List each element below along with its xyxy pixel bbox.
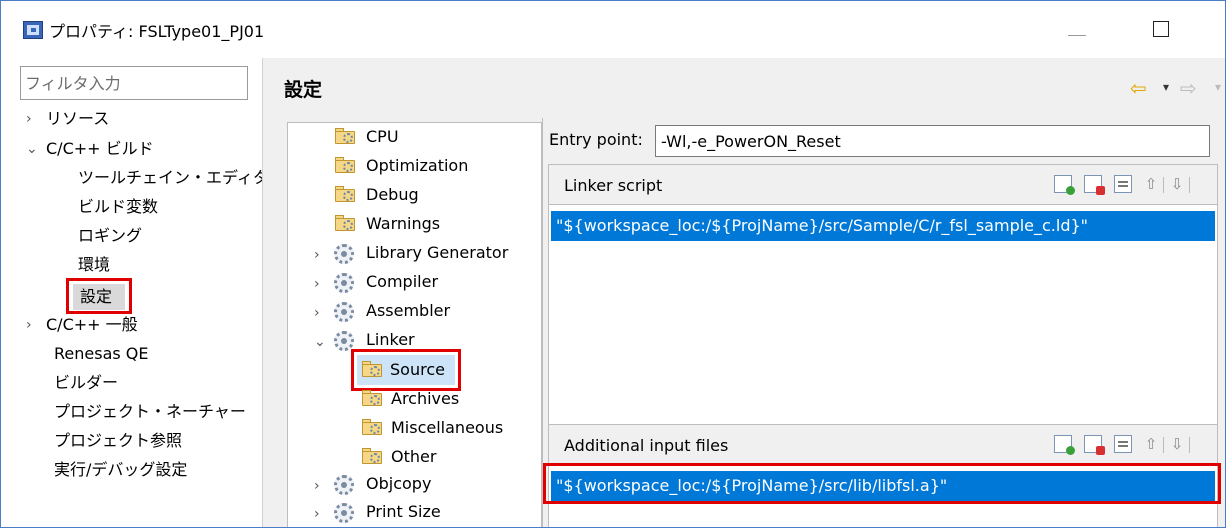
move-up-icon[interactable]: ⇧ (1143, 175, 1159, 193)
tree-item-warnings[interactable]: Warnings (366, 212, 440, 236)
tree-item-other[interactable]: Other (391, 445, 436, 469)
entry-point-label: Entry point: (549, 130, 643, 149)
move-up-icon[interactable]: ⇧ (1143, 435, 1159, 453)
back-arrow-icon[interactable]: ⇦ (1130, 76, 1147, 100)
chevron-down-icon[interactable]: ⌄ (314, 330, 326, 354)
nav-item-toolchain-editor[interactable]: ツールチェイン・エディター (78, 166, 285, 190)
group-header: Additional input files ⇧ ⇩ (549, 425, 1217, 465)
toolbar-separator (1163, 177, 1164, 193)
nav-item-renesas-qe[interactable]: Renesas QE (54, 342, 149, 366)
filter-input[interactable] (20, 66, 248, 100)
tree-item-objcopy[interactable]: Objcopy (366, 472, 431, 496)
group-title: Additional input files (564, 436, 729, 455)
nav-item-builders[interactable]: ビルダー (54, 371, 118, 395)
delete-icon[interactable] (1084, 435, 1105, 455)
toolbar-separator (1189, 177, 1190, 193)
chevron-right-icon[interactable]: › (314, 272, 320, 296)
tree-item-optimization[interactable]: Optimization (366, 154, 468, 178)
nav-item-build-variables[interactable]: ビルド変数 (78, 195, 158, 219)
settings-header (263, 58, 1226, 118)
chevron-right-icon[interactable]: › (314, 243, 320, 267)
move-down-icon[interactable]: ⇩ (1169, 435, 1185, 453)
chevron-right-icon[interactable]: › (26, 107, 32, 131)
tree-item-library-generator[interactable]: Library Generator (366, 241, 508, 265)
tree-item-print-size[interactable]: Print Size (366, 500, 441, 524)
title-bar: プロパティ: FSLType01_PJ01 (1, 1, 1225, 57)
nav-item-cpp-general[interactable]: C/C++ 一般 (46, 313, 138, 337)
folder-icon (361, 389, 383, 407)
folder-icon (334, 156, 356, 174)
nav-item-project-references[interactable]: プロジェクト参照 (54, 429, 182, 453)
nav-item-environment[interactable]: 環境 (78, 253, 110, 277)
add-icon[interactable] (1054, 435, 1075, 455)
nav-item-run-debug-settings[interactable]: 実行/デバッグ設定 (54, 458, 187, 482)
gear-icon (334, 331, 354, 351)
nav-item-cpp-build[interactable]: C/C++ ビルド (46, 137, 154, 161)
chevron-down-icon[interactable]: ⌄ (26, 137, 38, 161)
toolbar-separator (1189, 437, 1190, 453)
linker-script-group: Linker script ⇧ ⇩ "${workspace_loc:/${Pr… (548, 164, 1218, 428)
folder-icon (361, 447, 383, 465)
chevron-right-icon[interactable]: › (26, 313, 32, 337)
nav-item-logging[interactable]: ロギング (78, 224, 142, 248)
tree-item-cpu[interactable]: CPU (366, 125, 399, 149)
folder-icon (361, 360, 383, 378)
gear-icon (334, 302, 354, 322)
tree-item-source[interactable]: Source (390, 358, 445, 382)
highlight-box-additional-input (543, 463, 1221, 504)
gear-icon (334, 475, 354, 495)
group-header: Linker script ⇧ ⇩ (549, 165, 1217, 205)
move-down-icon[interactable]: ⇩ (1169, 175, 1185, 193)
forward-dropdown-icon[interactable]: ▾ (1215, 80, 1221, 94)
list-item[interactable]: "${workspace_loc:/${ProjName}/src/Sample… (551, 211, 1215, 241)
tree-item-compiler[interactable]: Compiler (366, 270, 438, 294)
tree-item-miscellaneous[interactable]: Miscellaneous (391, 416, 503, 440)
page-title: 設定 (284, 79, 323, 101)
maximize-button[interactable] (1153, 21, 1169, 37)
folder-icon (334, 214, 356, 232)
forward-arrow-icon[interactable]: ⇨ (1180, 76, 1197, 100)
group-title: Linker script (564, 176, 663, 195)
toolbar-separator (1163, 437, 1164, 453)
tree-item-debug[interactable]: Debug (366, 183, 419, 207)
gear-icon (334, 503, 354, 523)
back-dropdown-icon[interactable]: ▾ (1163, 80, 1169, 94)
tree-item-archives[interactable]: Archives (391, 387, 459, 411)
gear-icon (334, 273, 354, 293)
nav-item-resource[interactable]: リソース (46, 107, 109, 131)
chevron-right-icon[interactable]: › (314, 474, 320, 498)
nav-item-project-natures[interactable]: プロジェクト・ネーチャー (54, 400, 246, 424)
window-title: プロパティ: FSLType01_PJ01 (49, 22, 265, 41)
edit-icon[interactable] (1114, 175, 1132, 193)
add-icon[interactable] (1054, 175, 1075, 195)
tree-item-assembler[interactable]: Assembler (366, 299, 450, 323)
chevron-right-icon[interactable]: › (314, 301, 320, 325)
edit-icon[interactable] (1114, 435, 1132, 453)
folder-icon (361, 418, 383, 436)
nav-item-settings[interactable]: 設定 (80, 285, 112, 309)
chevron-right-icon[interactable]: › (314, 502, 320, 526)
delete-icon[interactable] (1084, 175, 1105, 195)
entry-point-input[interactable] (655, 125, 1210, 157)
gear-icon (334, 244, 354, 264)
minimize-button[interactable] (1067, 15, 1089, 43)
folder-icon (334, 127, 356, 145)
folder-icon (334, 185, 356, 203)
app-icon (23, 21, 43, 39)
